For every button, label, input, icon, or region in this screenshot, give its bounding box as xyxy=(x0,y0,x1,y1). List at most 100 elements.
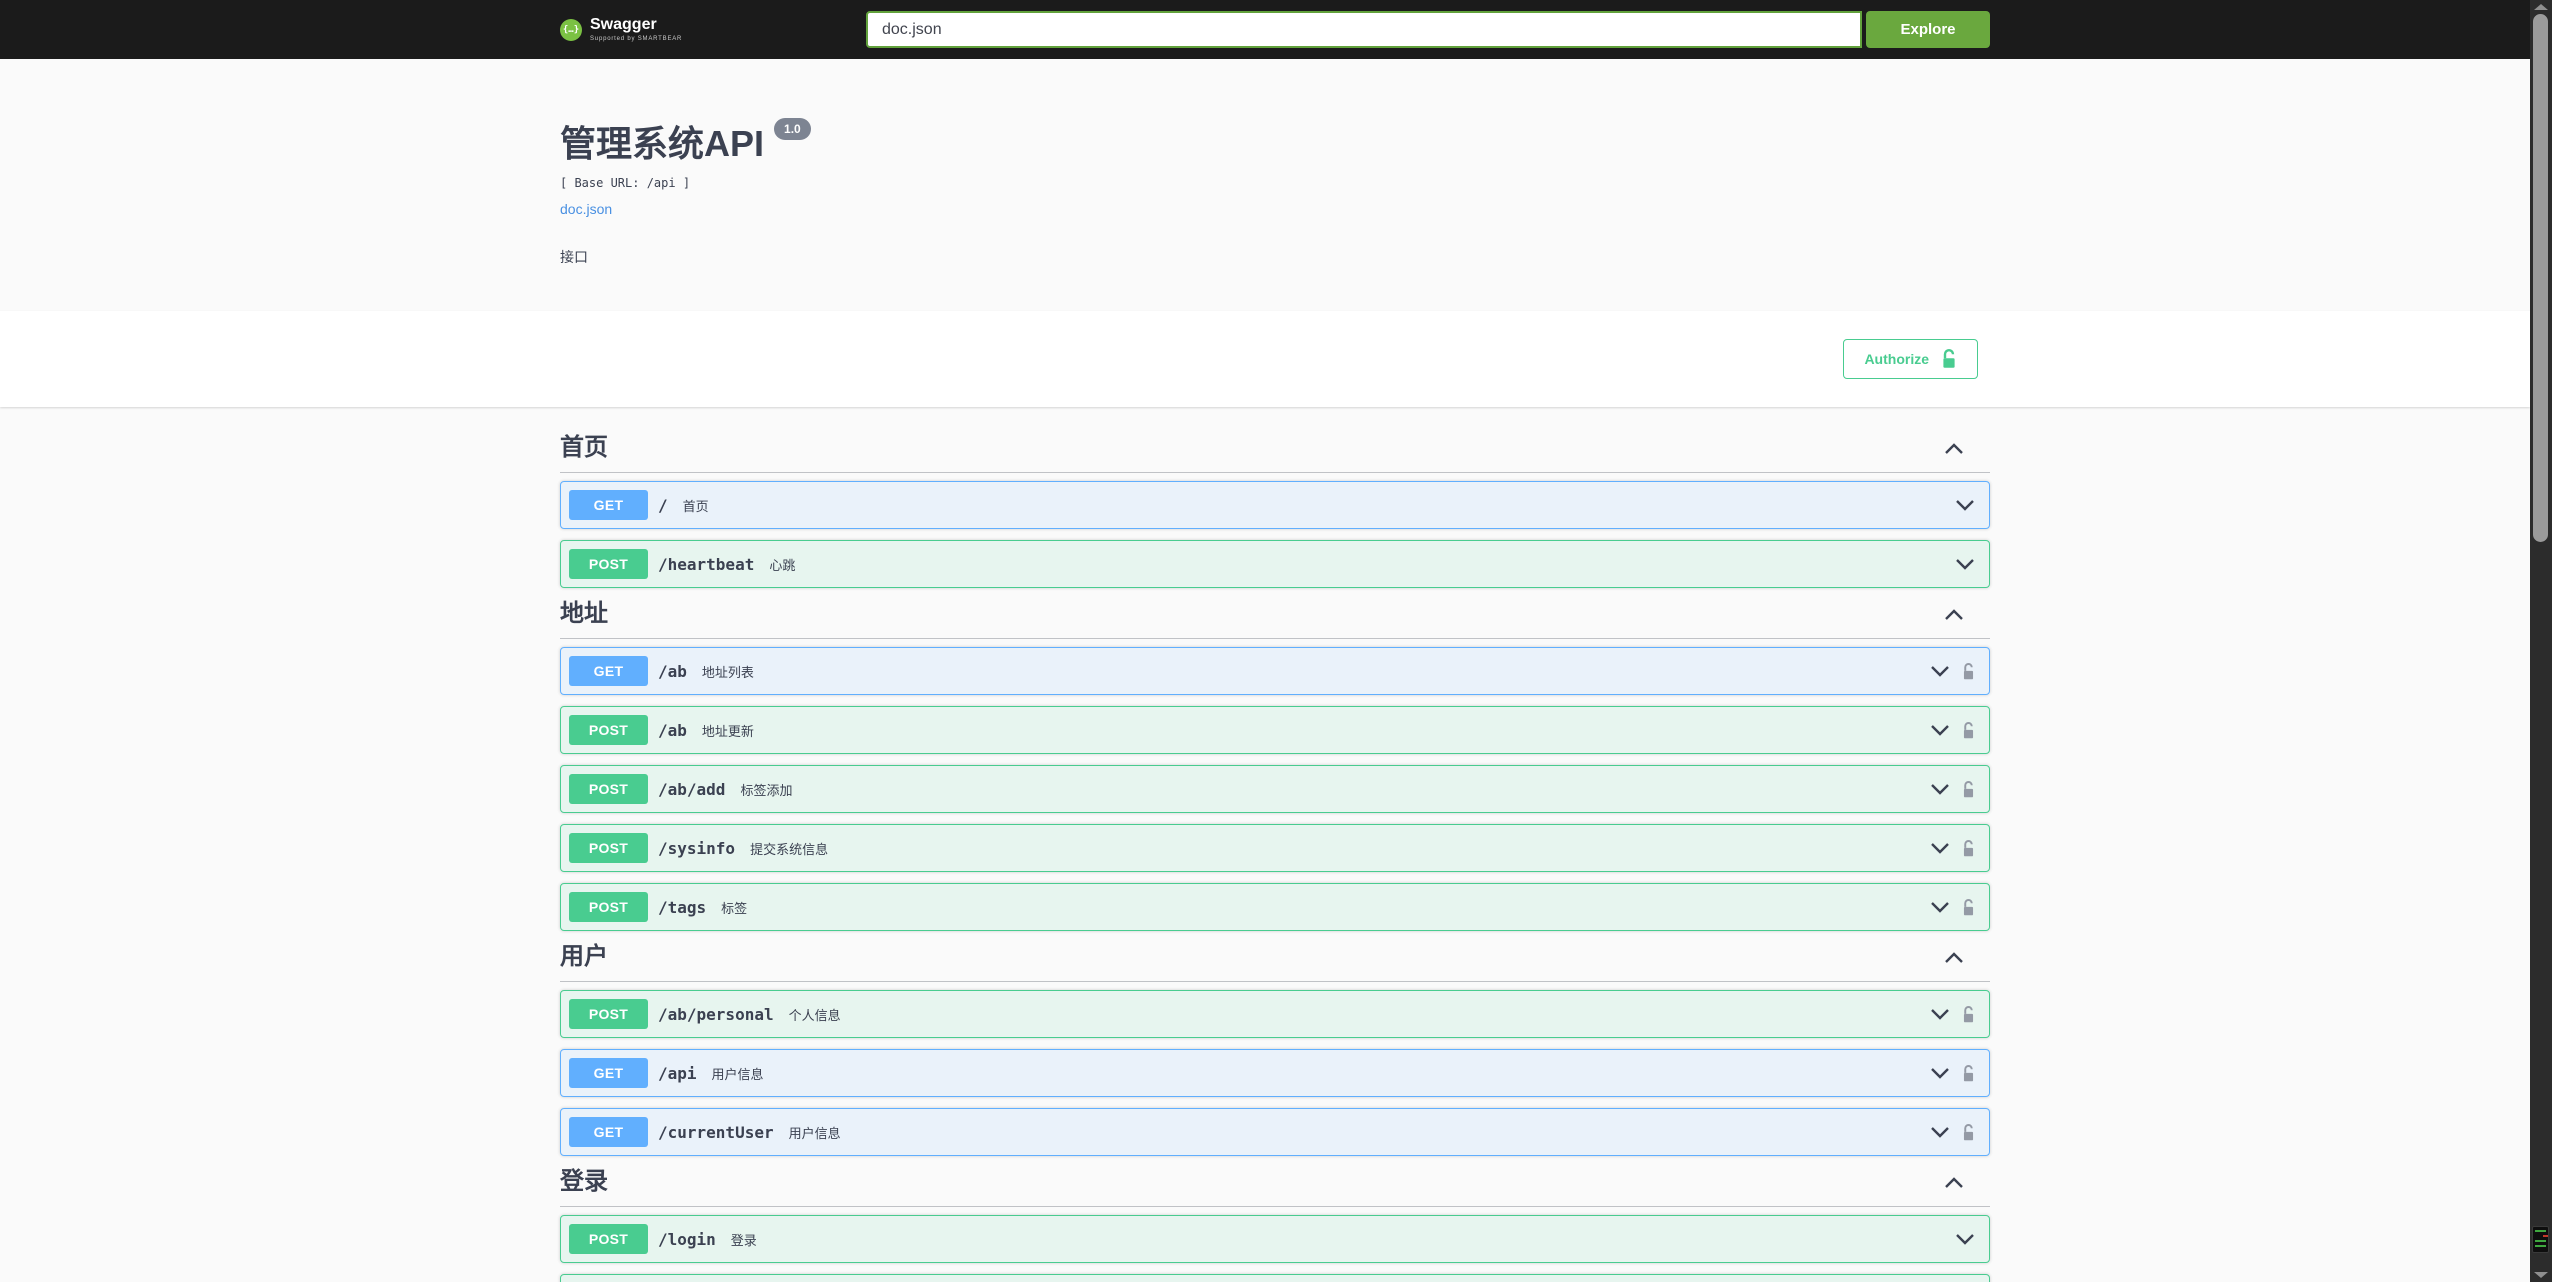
operation-path: /ab/add xyxy=(658,779,726,799)
section-header[interactable]: 用户 xyxy=(560,942,1990,982)
spec-link[interactable]: doc.json xyxy=(560,201,612,217)
chevron-up-icon[interactable] xyxy=(1944,442,1964,455)
section-title: 用户 xyxy=(560,943,608,970)
chevron-down-icon[interactable] xyxy=(1930,665,1950,678)
section-header[interactable]: 地址 xyxy=(560,599,1990,639)
base-url: [ Base URL: /api ] xyxy=(560,176,691,190)
method-badge: GET xyxy=(569,656,648,686)
operation-row[interactable]: POST /ab 地址更新 xyxy=(560,706,1990,754)
logo-title: Swagger xyxy=(590,16,657,33)
operation-row[interactable]: POST /login 登录 xyxy=(560,1215,1990,1263)
swagger-logo-icon: {…} xyxy=(560,18,582,41)
chevron-down-icon[interactable] xyxy=(1930,783,1950,796)
chevron-up-icon[interactable] xyxy=(1944,608,1964,621)
operation-summary: 地址列表 xyxy=(701,664,754,680)
operation-row[interactable]: POST /ab/personal 个人信息 xyxy=(560,990,1990,1038)
scrollbar-up-arrow-icon[interactable] xyxy=(2534,4,2548,10)
api-section: 用户 POST /ab/personal 个人信息 GET /api 用户信息 xyxy=(560,942,1990,1156)
method-badge: GET xyxy=(569,1117,648,1147)
operation-summary: 地址更新 xyxy=(701,723,754,739)
operation-row[interactable]: POST /ab/add 标签添加 xyxy=(560,765,1990,813)
method-badge: POST xyxy=(569,892,648,922)
chevron-down-icon[interactable] xyxy=(1930,901,1950,914)
page-title: 管理系统API 1.0 xyxy=(560,115,1990,167)
operation-path: /ab xyxy=(658,720,687,740)
swagger-logo[interactable]: {…} Swagger Supported by SMARTBEAR xyxy=(560,17,682,42)
method-badge: GET xyxy=(569,1058,648,1088)
operation-path: /tags xyxy=(658,897,707,917)
auth-lock-icon[interactable] xyxy=(1962,662,1975,681)
chevron-down-icon[interactable] xyxy=(1930,1126,1950,1139)
operation-row[interactable]: GET /currentUser 用户信息 xyxy=(560,1108,1990,1156)
operation-summary: 标签 xyxy=(721,900,748,916)
api-description: 接口 xyxy=(560,249,588,265)
auth-lock-icon[interactable] xyxy=(1962,1005,1975,1024)
section-header[interactable]: 首页 xyxy=(560,433,1990,473)
chevron-up-icon[interactable] xyxy=(1944,1176,1964,1189)
chevron-down-icon[interactable] xyxy=(1955,1233,1975,1246)
operation-row[interactable]: POST /tags 标签 xyxy=(560,883,1990,931)
logo-tagline: Supported by SMARTBEAR xyxy=(590,36,683,42)
topbar: {…} Swagger Supported by SMARTBEAR Explo… xyxy=(0,0,2530,59)
operation-path: / xyxy=(658,495,668,515)
scrollbar-track[interactable] xyxy=(2530,0,2552,1282)
method-badge: POST xyxy=(569,1224,648,1254)
operation-row[interactable]: POST /heartbeat 心跳 xyxy=(560,540,1990,588)
operation-path: /ab/personal xyxy=(658,1004,774,1024)
api-section: 登录 POST /login 登录 POST /login/account 登录… xyxy=(560,1167,1990,1282)
chevron-down-icon[interactable] xyxy=(1930,1008,1950,1021)
chevron-down-icon[interactable] xyxy=(1930,1067,1950,1080)
method-badge: POST xyxy=(569,774,648,804)
auth-lock-icon[interactable] xyxy=(1962,780,1975,799)
section-title: 地址 xyxy=(560,600,608,627)
chevron-down-icon[interactable] xyxy=(1930,724,1950,737)
operations-list: 首页 GET / 首页 POST /heartbeat 心跳 地址 GET /a… xyxy=(560,433,1990,1282)
section-header[interactable]: 登录 xyxy=(560,1167,1990,1207)
chevron-up-icon[interactable] xyxy=(1944,951,1964,964)
operation-summary: 用户信息 xyxy=(711,1066,764,1082)
operation-path: /currentUser xyxy=(658,1122,774,1142)
auth-lock-icon[interactable] xyxy=(1962,1064,1975,1083)
method-badge: POST xyxy=(569,833,648,863)
operation-summary: 心跳 xyxy=(769,557,796,573)
auth-lock-icon[interactable] xyxy=(1962,898,1975,917)
auth-lock-icon[interactable] xyxy=(1962,839,1975,858)
operation-summary: 个人信息 xyxy=(788,1007,841,1023)
section-title: 首页 xyxy=(560,434,608,461)
operation-row[interactable]: POST /login/account 登录账户 xyxy=(560,1274,1990,1282)
authorize-label: Authorize xyxy=(1864,351,1929,367)
operation-row[interactable]: POST /sysinfo 提交系统信息 xyxy=(560,824,1990,872)
operation-path: /heartbeat xyxy=(658,554,755,574)
method-badge: POST xyxy=(569,999,648,1029)
operation-summary: 用户信息 xyxy=(788,1125,841,1141)
method-badge: POST xyxy=(569,715,648,745)
version-badge: 1.0 xyxy=(774,118,811,140)
scheme-container: Authorize xyxy=(0,311,2530,407)
operation-row[interactable]: GET /api 用户信息 xyxy=(560,1049,1990,1097)
authorize-button[interactable]: Authorize xyxy=(1843,339,1978,379)
operation-path: /login xyxy=(658,1229,716,1249)
operation-row[interactable]: GET / 首页 xyxy=(560,481,1990,529)
spec-url-input[interactable] xyxy=(866,11,1862,48)
chevron-down-icon[interactable] xyxy=(1955,499,1975,512)
auth-lock-icon[interactable] xyxy=(1962,721,1975,740)
operation-row[interactable]: GET /ab 地址列表 xyxy=(560,647,1990,695)
api-section: 地址 GET /ab 地址列表 POST /ab 地址更新 POST /ab/a… xyxy=(560,599,1990,931)
chevron-down-icon[interactable] xyxy=(1930,842,1950,855)
api-section: 首页 GET / 首页 POST /heartbeat 心跳 xyxy=(560,433,1990,588)
operation-summary: 提交系统信息 xyxy=(750,841,829,857)
auth-lock-icon[interactable] xyxy=(1962,1123,1975,1142)
info-section: 管理系统API 1.0 [ Base URL: /api ] doc.json … xyxy=(0,59,2530,311)
operation-path: /ab xyxy=(658,661,687,681)
chevron-down-icon[interactable] xyxy=(1955,558,1975,571)
scrollbar-down-arrow-icon[interactable] xyxy=(2534,1272,2548,1278)
api-title-text: 管理系统API xyxy=(560,123,765,164)
section-title: 登录 xyxy=(560,1168,608,1195)
explore-button[interactable]: Explore xyxy=(1866,11,1990,48)
operation-summary: 标签添加 xyxy=(740,782,793,798)
method-badge: GET xyxy=(569,490,648,520)
operation-summary: 首页 xyxy=(682,498,709,514)
scrollbar-marker xyxy=(2532,1226,2549,1253)
scrollbar-thumb[interactable] xyxy=(2533,14,2548,542)
unlock-icon xyxy=(1943,349,1955,368)
